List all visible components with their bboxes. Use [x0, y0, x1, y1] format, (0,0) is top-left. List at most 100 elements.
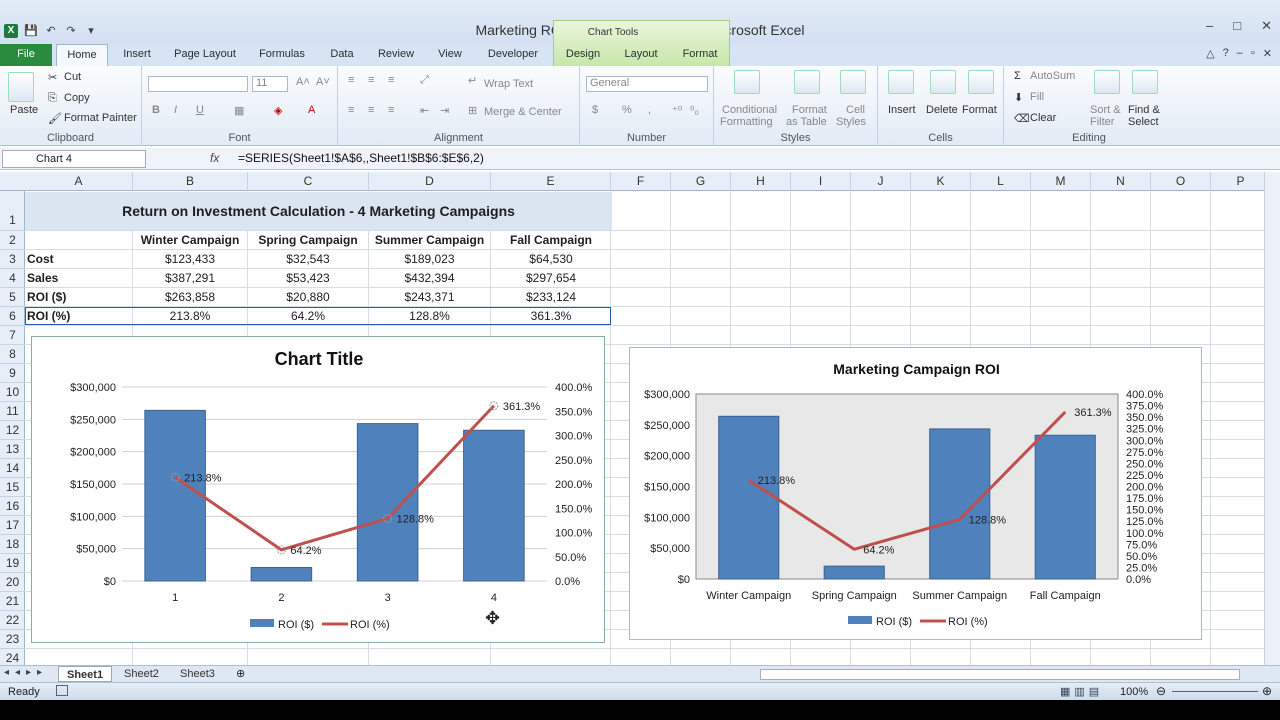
- cell-roipct-spring[interactable]: 64.2%: [248, 309, 368, 323]
- minimize-button[interactable]: –: [1206, 18, 1213, 34]
- tab-view[interactable]: View: [428, 44, 472, 66]
- sheet-tab-2[interactable]: Sheet2: [116, 666, 167, 682]
- row-header-18[interactable]: 18: [0, 535, 25, 554]
- tab-insert[interactable]: Insert: [112, 44, 162, 66]
- find-select-button[interactable]: Find &: [1128, 104, 1160, 116]
- font-color-icon[interactable]: A: [308, 104, 315, 116]
- merge-center-button[interactable]: Merge & Center: [484, 106, 562, 118]
- zoom-out-icon[interactable]: ⊖: [1156, 684, 1166, 698]
- cell-roipct-summer[interactable]: 128.8%: [369, 309, 490, 323]
- bold-icon[interactable]: B: [152, 104, 160, 116]
- column-header-p[interactable]: P: [1211, 172, 1271, 191]
- cell-cost-spring[interactable]: $32,543: [248, 252, 368, 266]
- row-header-14[interactable]: 14: [0, 459, 25, 478]
- formula-input[interactable]: =SERIES(Sheet1!$A$6,,Sheet1!$B$6:$E$6,2): [238, 151, 484, 165]
- cell-styles-button-2[interactable]: Styles: [836, 116, 866, 128]
- column-header-e[interactable]: E: [491, 172, 611, 191]
- cell-cost-summer[interactable]: $189,023: [369, 252, 490, 266]
- align-right-icon[interactable]: ≡: [388, 104, 394, 116]
- row-header-21[interactable]: 21: [0, 592, 25, 611]
- italic-icon[interactable]: I: [174, 104, 177, 116]
- format-cells-button[interactable]: Format: [962, 104, 997, 116]
- cell-roipct-winter[interactable]: 213.8%: [133, 309, 247, 323]
- column-header-i[interactable]: I: [791, 172, 851, 191]
- zoom-level[interactable]: 100%: [1120, 686, 1148, 698]
- borders-icon[interactable]: ▦: [234, 104, 244, 117]
- cell-cost-fall[interactable]: $64,530: [491, 252, 611, 266]
- row-header-12[interactable]: 12: [0, 421, 25, 440]
- tab-review[interactable]: Review: [370, 44, 422, 66]
- tab-design[interactable]: Design: [557, 44, 609, 66]
- cell-roi-fall[interactable]: $233,124: [491, 290, 611, 304]
- tab-formulas[interactable]: Formulas: [250, 44, 314, 66]
- window-close-icon[interactable]: ✕: [1263, 47, 1272, 60]
- cut-button[interactable]: Cut: [64, 71, 81, 83]
- sheet-tab-1[interactable]: Sheet1: [58, 666, 113, 682]
- row-header-6[interactable]: 6: [0, 307, 25, 326]
- clear-button[interactable]: Clear: [1030, 112, 1056, 124]
- copy-button[interactable]: Copy: [64, 92, 90, 104]
- align-middle-icon[interactable]: ≡: [368, 74, 374, 86]
- insert-cells-button[interactable]: Insert: [888, 104, 916, 116]
- view-buttons-icon[interactable]: ▦▥▤: [1060, 685, 1103, 698]
- row-header-4[interactable]: 4: [0, 269, 25, 288]
- column-header-l[interactable]: L: [971, 172, 1031, 191]
- delete-cells-button[interactable]: Delete: [926, 104, 958, 116]
- underline-icon[interactable]: U: [196, 104, 204, 116]
- row-label-roi-pct[interactable]: ROI (%): [27, 309, 70, 323]
- row-header-15[interactable]: 15: [0, 478, 25, 497]
- cell-roi-winter[interactable]: $263,858: [133, 290, 247, 304]
- tab-format[interactable]: Format: [673, 44, 727, 66]
- tab-data[interactable]: Data: [322, 44, 362, 66]
- insert-sheet-icon[interactable]: ⊕: [236, 667, 245, 680]
- increase-indent-icon[interactable]: ⇥: [440, 104, 449, 117]
- tab-home[interactable]: Home: [56, 44, 108, 66]
- paste-button[interactable]: Paste: [10, 104, 38, 116]
- sort-filter-button-2[interactable]: Filter: [1090, 116, 1114, 128]
- column-header-k[interactable]: K: [911, 172, 971, 191]
- row-header-20[interactable]: 20: [0, 573, 25, 592]
- cell-sales-spring[interactable]: $53,423: [248, 271, 368, 285]
- column-header-o[interactable]: O: [1151, 172, 1211, 191]
- format-painter-button[interactable]: Format Painter: [64, 112, 137, 124]
- cell-sales-winter[interactable]: $387,291: [133, 271, 247, 285]
- macro-record-icon[interactable]: [56, 685, 68, 696]
- currency-button[interactable]: $: [592, 104, 598, 116]
- tab-developer[interactable]: Developer: [478, 44, 548, 66]
- cell-cost-winter[interactable]: $123,433: [133, 252, 247, 266]
- percent-button[interactable]: %: [622, 104, 632, 116]
- row-header-3[interactable]: 3: [0, 250, 25, 269]
- header-winter[interactable]: Winter Campaign: [133, 233, 247, 247]
- column-header-g[interactable]: G: [671, 172, 731, 191]
- tab-layout[interactable]: Layout: [615, 44, 667, 66]
- fill-color-icon[interactable]: ◈: [274, 104, 282, 117]
- row-header-9[interactable]: 9: [0, 364, 25, 383]
- column-header-b[interactable]: B: [133, 172, 248, 191]
- chart-1[interactable]: Chart Title $0 $50,000 $100,000 $150,000 $200…: [31, 336, 605, 643]
- sheet-title[interactable]: Return on Investment Calculation - 4 Mar…: [25, 192, 612, 230]
- row-header-2[interactable]: 2: [0, 231, 25, 250]
- help-icon[interactable]: ?: [1223, 47, 1229, 60]
- column-header-d[interactable]: D: [369, 172, 491, 191]
- horizontal-scrollbar[interactable]: [760, 669, 1240, 680]
- close-button[interactable]: ✕: [1261, 18, 1272, 34]
- window-minimize-icon[interactable]: –: [1237, 47, 1243, 60]
- cell-sales-summer[interactable]: $432,394: [369, 271, 490, 285]
- row-header-13[interactable]: 13: [0, 440, 25, 459]
- maximize-button[interactable]: □: [1233, 18, 1241, 34]
- chart-2[interactable]: Marketing Campaign ROI $0 $50,000 $100,000 $…: [629, 347, 1202, 640]
- conditional-formatting-button[interactable]: Conditional: [722, 104, 777, 116]
- zoom-slider[interactable]: [1172, 691, 1258, 692]
- header-fall[interactable]: Fall Campaign: [491, 233, 611, 247]
- row-header-22[interactable]: 22: [0, 611, 25, 630]
- cell-sales-fall[interactable]: $297,654: [491, 271, 611, 285]
- column-header-n[interactable]: N: [1091, 172, 1151, 191]
- insert-function-icon[interactable]: fx: [210, 151, 219, 165]
- row-header-19[interactable]: 19: [0, 554, 25, 573]
- format-as-table-button[interactable]: Format: [792, 104, 827, 116]
- header-summer[interactable]: Summer Campaign: [369, 233, 490, 247]
- tab-file[interactable]: File: [0, 44, 52, 66]
- sheet-nav-arrows-icon[interactable]: ◂◂▸▸: [4, 667, 48, 678]
- comma-button[interactable]: ,: [648, 104, 651, 116]
- find-select-button-2[interactable]: Select: [1128, 116, 1159, 128]
